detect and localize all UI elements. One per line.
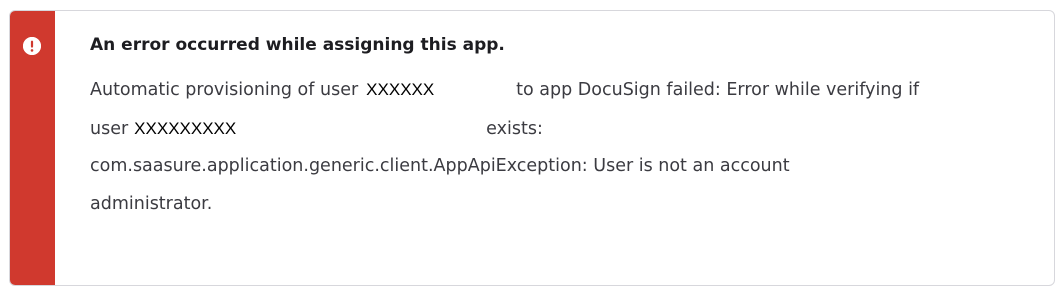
message-line-4: administrator. xyxy=(90,193,213,214)
exclamation-circle-icon xyxy=(23,37,41,55)
error-alert: An error occurred while assigning this a… xyxy=(9,10,1055,286)
message-line-1: Automatic provisioning of user XXXXXX to a… xyxy=(90,71,1030,110)
message-line-3: com.saasure.application.generic.client.A… xyxy=(90,156,790,176)
error-stripe xyxy=(10,11,55,285)
redacted-user-id: XXXXXXXXX xyxy=(134,118,237,138)
message-line-2-prefix: user xyxy=(90,118,129,139)
alert-title: An error occurred while assigning this a… xyxy=(90,35,505,55)
message-line-1-prefix: Automatic provisioning of user xyxy=(90,80,359,100)
message-line-1-suffix: to app DocuSign failed: Error while veri… xyxy=(516,80,920,100)
alert-body: An error occurred while assigning this a… xyxy=(90,33,1030,223)
message-line-2-suffix: exists: xyxy=(486,118,543,139)
alert-message: Automatic provisioning of user XXXXXX to a… xyxy=(90,71,1030,223)
redacted-username: XXXXXX xyxy=(366,80,435,99)
message-line-2: user XXXXXXXXX exists: xyxy=(90,110,1030,149)
